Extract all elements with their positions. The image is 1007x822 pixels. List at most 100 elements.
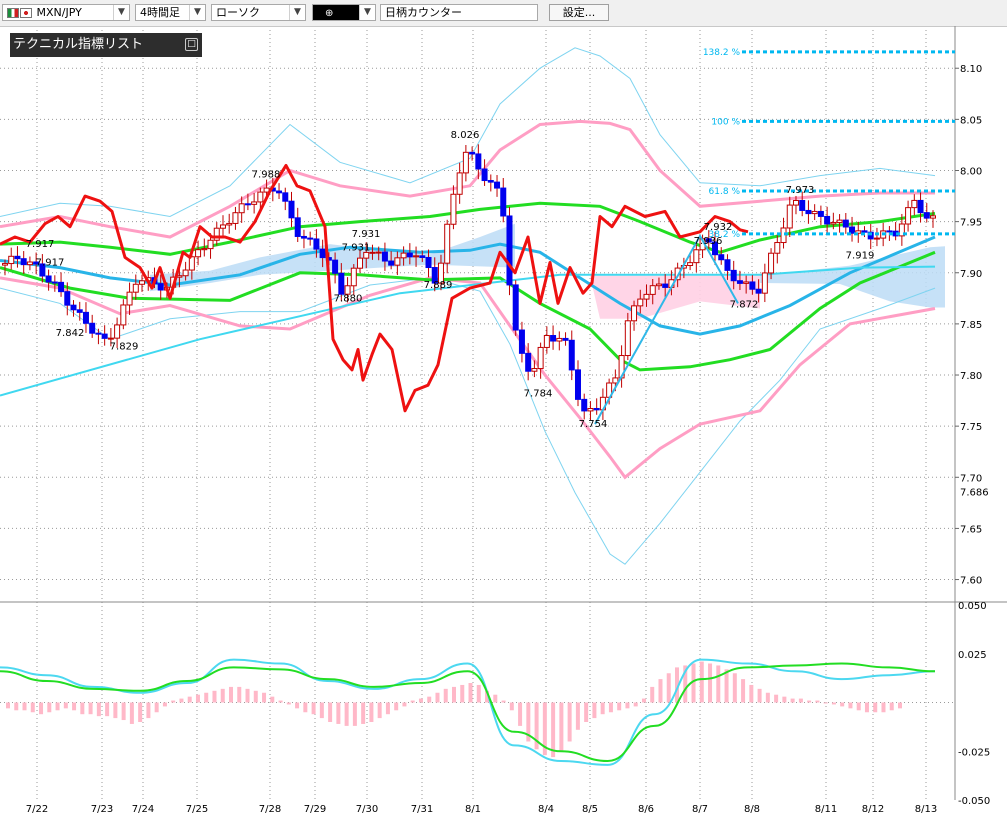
macd-histogram-bar <box>493 694 498 703</box>
candle-down <box>157 283 164 291</box>
macd-histogram-bar <box>641 698 646 703</box>
macd-histogram-bar <box>113 702 118 719</box>
macd-histogram-bar <box>385 702 390 715</box>
chart-style-select[interactable]: ローソク ▼ <box>211 4 306 21</box>
macd-histogram-bar <box>608 702 613 713</box>
macd-histogram-bar <box>848 702 853 709</box>
candle-down <box>58 281 65 293</box>
price-tick-label: 7.95 <box>960 218 982 229</box>
macd-histogram-bar <box>55 702 60 711</box>
macd-histogram-bar <box>732 673 737 703</box>
counter-field[interactable]: 日柄カウンター <box>380 4 538 21</box>
symbol-select[interactable]: MXN/JPY ▼ <box>2 4 130 21</box>
chevron-down-icon[interactable]: ▼ <box>359 5 375 20</box>
macd-histogram-bar <box>774 694 779 703</box>
candle-down <box>923 212 930 219</box>
candle-down <box>525 352 532 372</box>
price-chart[interactable]: 138.2 %100 %61.8 %38.2 % 7.9177.9177.842… <box>0 26 1007 822</box>
chevron-down-icon[interactable]: ▼ <box>113 5 129 20</box>
candle-up <box>786 204 793 229</box>
candle-down <box>512 284 519 331</box>
candle-down <box>817 210 824 217</box>
macd-histogram-bar <box>889 702 894 711</box>
candle-up <box>537 346 544 370</box>
candle-up <box>655 283 662 287</box>
macd-histogram-bar <box>699 661 704 703</box>
macd-histogram-bar <box>146 702 151 719</box>
date-tick-label: 7/29 <box>304 804 326 815</box>
macd-histogram-bar <box>278 700 283 703</box>
candle-up <box>531 368 538 372</box>
candle-up <box>107 337 114 340</box>
candle-down <box>824 215 831 225</box>
candle-down <box>469 151 476 155</box>
chevron-down-icon[interactable]: ▼ <box>289 5 305 20</box>
settings-button[interactable]: 設定... <box>549 4 609 21</box>
macd-histogram-bar <box>807 700 812 703</box>
macd-histogram-bar <box>509 702 514 711</box>
mexico-flag-icon <box>7 8 19 18</box>
candle-down <box>568 339 575 371</box>
macd-histogram-bar <box>195 694 200 703</box>
candle-up <box>350 267 357 287</box>
candle-up <box>811 210 818 215</box>
macd-histogram-bar <box>575 702 580 730</box>
chevron-down-icon[interactable]: ▼ <box>189 5 205 20</box>
macd-histogram-bar <box>138 702 143 722</box>
candle-down <box>730 269 737 282</box>
indicator-list-button[interactable]: テクニカル指標リスト □ <box>10 33 202 57</box>
fibonacci-label: 61.8 % <box>709 187 741 197</box>
date-tick-label: 7/23 <box>91 804 113 815</box>
price-annotation: 7.988 <box>252 170 281 181</box>
candle-down <box>294 217 301 237</box>
macd-histogram-bar <box>262 692 267 703</box>
candle-up <box>643 293 650 300</box>
candle-up <box>836 219 843 223</box>
candle-down <box>14 255 21 260</box>
candle-down <box>338 272 345 295</box>
japan-flag-icon <box>20 8 32 18</box>
candle-up <box>375 251 382 254</box>
bollinger-inner-lower <box>0 276 936 480</box>
candle-up <box>687 262 694 267</box>
macd-histogram-bar <box>96 702 101 717</box>
date-tick-label: 7/28 <box>259 804 281 815</box>
macd-histogram-bar <box>336 702 341 724</box>
price-tick-label: 8.00 <box>960 166 982 177</box>
macd-histogram-bar <box>270 696 275 703</box>
macd-histogram-bar <box>63 702 68 709</box>
candle-down <box>388 260 395 266</box>
date-tick-label: 8/4 <box>538 804 554 815</box>
collapse-icon[interactable]: □ <box>185 38 198 51</box>
macd-histogram-bar <box>881 702 886 713</box>
macd-histogram-bar <box>476 684 481 703</box>
candle-down <box>749 281 756 290</box>
candle-up <box>612 377 619 384</box>
candle-down <box>487 180 494 183</box>
grid <box>0 26 1007 800</box>
timeframe-select[interactable]: 4時間足 ▼ <box>135 4 206 21</box>
candle-down <box>89 322 96 334</box>
price-annotation: 7.936 <box>694 236 723 247</box>
candle-up <box>232 212 239 224</box>
candle-down <box>425 256 432 269</box>
candle-up <box>556 337 563 342</box>
crosshair-icon: ⊕ <box>325 8 334 19</box>
macd-histogram-bar <box>328 702 333 722</box>
candle-up <box>394 257 401 266</box>
price-tick-label: 7.90 <box>960 269 982 280</box>
macd-histogram-bar <box>765 692 770 703</box>
macd-histogram-bar <box>369 702 374 722</box>
price-annotation: 7.932 <box>704 222 733 233</box>
macd-histogram-bar <box>212 690 217 703</box>
candle-down <box>861 230 868 233</box>
candle-up <box>631 305 638 322</box>
candle-down <box>101 333 108 339</box>
candle-up <box>768 252 775 274</box>
macd-histogram-bar <box>724 669 729 703</box>
candle-up <box>195 249 202 258</box>
candle-up <box>637 298 644 307</box>
candle-down <box>574 369 581 400</box>
drawing-tool-select[interactable]: ⊕ ▼ <box>312 4 376 21</box>
fibonacci-label: 138.2 % <box>703 48 741 58</box>
